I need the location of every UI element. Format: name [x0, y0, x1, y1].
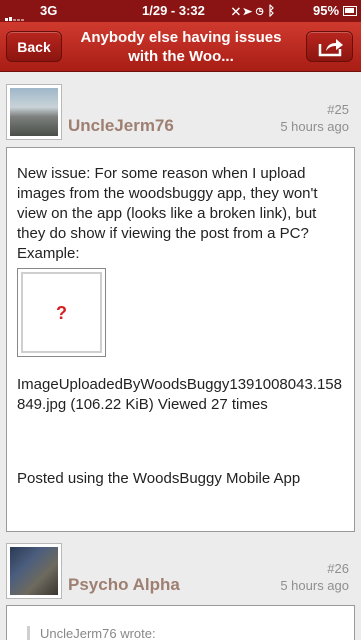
status-bar: 3G 1/29 - 3:32 ✕➤◷ᛒ 95%	[0, 0, 361, 22]
post-author[interactable]: Psycho Alpha	[68, 575, 180, 595]
post-signature: Posted using the WoodsBuggy Mobile App	[17, 470, 301, 487]
post-time: 5 hours ago	[280, 119, 349, 134]
status-time: 1/29 - 3:32	[142, 3, 205, 18]
post-header: UncleJerm76 #25 5 hours ago	[0, 84, 361, 146]
location-icon: ➤	[243, 3, 256, 18]
broken-image-icon: ?	[21, 272, 102, 353]
carrier-label: 3G	[40, 3, 58, 18]
back-button[interactable]: Back	[6, 31, 62, 62]
nav-bar: Back Anybody else having issues with the…	[0, 22, 361, 72]
post-author[interactable]: UncleJerm76	[68, 116, 174, 136]
post-body: New issue: For some reason when I upload…	[6, 147, 355, 532]
battery-icon	[343, 6, 357, 16]
post-number: #25	[327, 102, 349, 117]
attachment-info: ImageUploadedByWoodsBuggy1391008043.1588…	[17, 376, 342, 413]
post-number: #26	[327, 561, 349, 576]
avatar[interactable]	[6, 543, 62, 599]
status-icons: ✕➤◷ᛒ	[232, 3, 279, 18]
example-label: Example:	[17, 245, 80, 262]
signal-strength-icon	[5, 6, 25, 21]
avatar[interactable]	[6, 84, 62, 140]
alarm-icon: ◷	[255, 3, 268, 18]
mute-icon: ✕	[232, 3, 244, 18]
share-icon	[318, 39, 343, 57]
bluetooth-icon: ᛒ	[267, 3, 280, 18]
battery-percent: 95%	[313, 3, 340, 18]
post-header: Psycho Alpha #26 5 hours ago	[0, 543, 361, 605]
post-body: UncleJerm76 wrote:	[6, 605, 355, 640]
share-button[interactable]	[306, 31, 353, 62]
thread-title: Anybody else having issues with the Woo.…	[80, 29, 282, 65]
quote-header: UncleJerm76 wrote:	[27, 626, 354, 640]
attached-image[interactable]: ?	[17, 268, 106, 357]
post-time: 5 hours ago	[280, 578, 349, 593]
post-text: New issue: For some reason when I upload…	[17, 165, 318, 242]
